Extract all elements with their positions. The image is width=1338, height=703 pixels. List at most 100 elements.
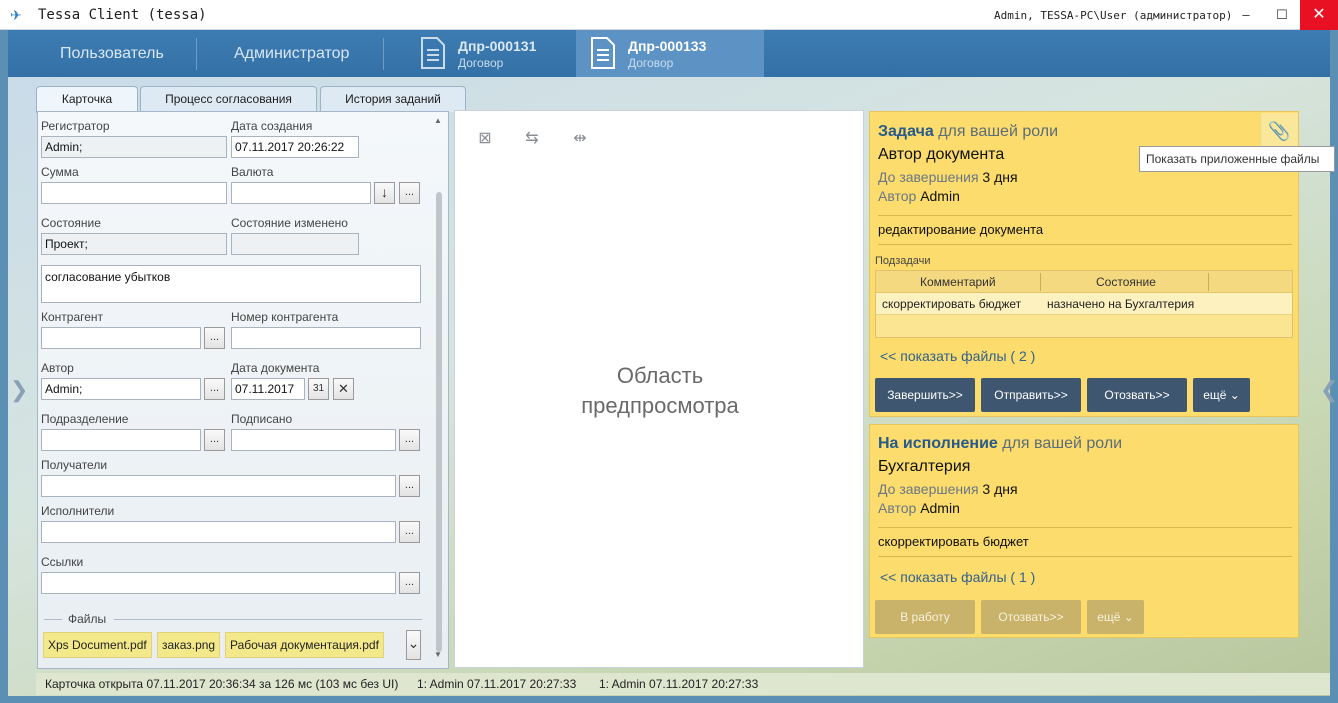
task-role: Автор документа: [878, 146, 1005, 163]
column-header-comment[interactable]: Комментарий: [920, 275, 996, 289]
doc-date-field[interactable]: 07.11.2017: [231, 378, 305, 400]
divider: [44, 619, 62, 620]
card-form: Регистратор Admin; Дата создания 07.11.2…: [37, 111, 449, 669]
status-entry: 1: Admin 07.11.2017 20:27:33: [599, 677, 759, 691]
scroll-down-icon[interactable]: ▼: [434, 650, 442, 659]
column-header-state[interactable]: Состояние: [1096, 275, 1156, 289]
department-field[interactable]: [41, 429, 201, 451]
doc-subtitle: Договор: [628, 56, 674, 70]
recipients-select-button[interactable]: ...: [399, 475, 420, 497]
paperclip-icon[interactable]: 📎: [1260, 113, 1298, 149]
file-item[interactable]: Xps Document.pdf: [43, 632, 152, 658]
signed-field[interactable]: [231, 429, 396, 451]
links-select-button[interactable]: ...: [399, 572, 420, 594]
files-label: Файлы: [68, 612, 107, 626]
table-row[interactable]: скорректировать бюджет назначено на Бухг…: [876, 293, 1292, 315]
close-button[interactable]: ✕: [1300, 0, 1338, 30]
status-bar: Карточка открыта 07.11.2017 20:36:34 за …: [36, 673, 1330, 695]
author-field[interactable]: Admin;: [41, 378, 201, 400]
window-title: Tessa Client (tessa): [38, 7, 207, 23]
nav-separator: [383, 38, 384, 70]
state-changed-field[interactable]: [231, 233, 359, 255]
executors-field[interactable]: [41, 521, 396, 543]
task-author-label: Автор: [878, 188, 917, 204]
tab-card[interactable]: Карточка: [36, 86, 138, 113]
title-bar: ✈ Tessa Client (tessa) Admin, TESSA-PC\U…: [0, 0, 1338, 30]
partner-number-field[interactable]: [231, 327, 421, 349]
maximize-button[interactable]: ☐: [1264, 0, 1300, 30]
sum-field[interactable]: [41, 182, 227, 204]
author-select-button[interactable]: ...: [204, 378, 225, 400]
task-author: Автор Admin: [878, 500, 960, 516]
subtasks-table: Комментарий Состояние скорректировать бю…: [875, 270, 1293, 338]
show-files-link[interactable]: << показать файлы ( 1 ): [880, 569, 1035, 585]
tab-approval-process[interactable]: Процесс согласования: [140, 86, 317, 112]
signed-select-button[interactable]: ...: [399, 429, 420, 451]
task-due-value: 3 дня: [982, 169, 1018, 185]
file-item[interactable]: Рабочая документация.pdf: [225, 632, 384, 658]
task-author-label: Автор: [878, 500, 917, 516]
right-panel-collapse-icon[interactable]: ❮: [1320, 377, 1338, 403]
executors-select-button[interactable]: ...: [399, 521, 420, 543]
task-description: редактирование документа: [878, 222, 1044, 237]
partner-select-button[interactable]: ...: [204, 327, 225, 349]
revoke-button[interactable]: Отозвать>>: [1087, 378, 1187, 412]
status-opened: Карточка открыта 07.11.2017 20:36:34 за …: [45, 677, 399, 691]
partner-field[interactable]: [41, 327, 201, 349]
clear-date-icon[interactable]: ✕: [333, 378, 354, 400]
split-icon[interactable]: ⇹: [570, 129, 590, 149]
nav-separator: [196, 38, 197, 70]
complete-button[interactable]: Завершить>>: [875, 378, 975, 412]
preview-area: ⊠ ⇆ ⇹ Область предпросмотра: [454, 110, 864, 668]
task-due-label: До завершения: [878, 169, 979, 185]
department-label: Подразделение: [41, 412, 129, 426]
currency-arrow-down-icon[interactable]: ↓: [374, 182, 395, 204]
send-button[interactable]: Отправить>>: [981, 378, 1081, 412]
links-label: Ссылки: [41, 555, 84, 569]
nav-doc-000131[interactable]: Дпр-000131 Договор: [406, 30, 574, 77]
nav-admin[interactable]: Администратор: [234, 30, 349, 77]
nav-doc-000133[interactable]: Дпр-000133 Договор: [576, 30, 764, 77]
card-scrollbar[interactable]: ▲ ▼: [433, 116, 445, 661]
state-field[interactable]: Проект;: [41, 233, 227, 255]
document-icon: [591, 37, 615, 69]
task-title: На исполнение для вашей роли: [878, 435, 1122, 453]
currency-select-button[interactable]: ...: [399, 182, 420, 204]
doc-title: Дпр-000131: [458, 38, 537, 54]
recipients-field[interactable]: [41, 475, 396, 497]
divider: [878, 244, 1292, 245]
show-files-link[interactable]: << показать файлы ( 2 ): [880, 348, 1035, 364]
author-label: Автор: [41, 361, 74, 375]
document-icon: [421, 37, 445, 69]
links-field[interactable]: [41, 572, 396, 594]
divider: [114, 619, 422, 620]
scroll-up-icon[interactable]: ▲: [434, 116, 442, 125]
doc-subtitle: Договор: [458, 56, 504, 70]
divider: [878, 527, 1292, 528]
close-preview-icon[interactable]: ⊠: [475, 129, 495, 149]
department-select-button[interactable]: ...: [204, 429, 225, 451]
nav-user[interactable]: Пользователь: [60, 30, 164, 77]
currency-field[interactable]: [231, 182, 371, 204]
description-field[interactable]: согласование убытков: [41, 265, 421, 303]
subtask-state: назначено на Бухгалтерия: [1047, 297, 1195, 311]
registrar-field[interactable]: Admin;: [41, 136, 227, 158]
status-entry: 1: Admin 07.11.2017 20:27:33: [417, 677, 577, 691]
files-dropdown-icon[interactable]: ⌄: [406, 630, 421, 660]
scrollbar-thumb[interactable]: [436, 192, 442, 652]
take-to-work-button[interactable]: В работу: [875, 600, 975, 634]
tab-task-history[interactable]: История заданий: [320, 86, 466, 112]
swap-icon[interactable]: ⇆: [522, 129, 542, 149]
current-user: Admin, TESSA-PC\User (администратор): [994, 9, 1233, 22]
more-button[interactable]: ещё ⌄: [1087, 600, 1144, 634]
revoke-button[interactable]: Отозвать>>: [981, 600, 1081, 634]
created-date-field[interactable]: 07.11.2017 20:26:22: [231, 136, 359, 158]
preview-caption: Область предпросмотра: [581, 363, 739, 418]
task-due: До завершения 3 дня: [878, 169, 1018, 185]
left-panel-expand-icon[interactable]: ❯: [10, 377, 28, 403]
minimize-button[interactable]: –: [1228, 0, 1264, 30]
more-button[interactable]: ещё ⌄: [1193, 378, 1250, 412]
file-item[interactable]: заказ.png: [157, 632, 221, 658]
app-bird-icon: ✈: [10, 7, 22, 23]
calendar-icon[interactable]: 31: [308, 378, 329, 400]
